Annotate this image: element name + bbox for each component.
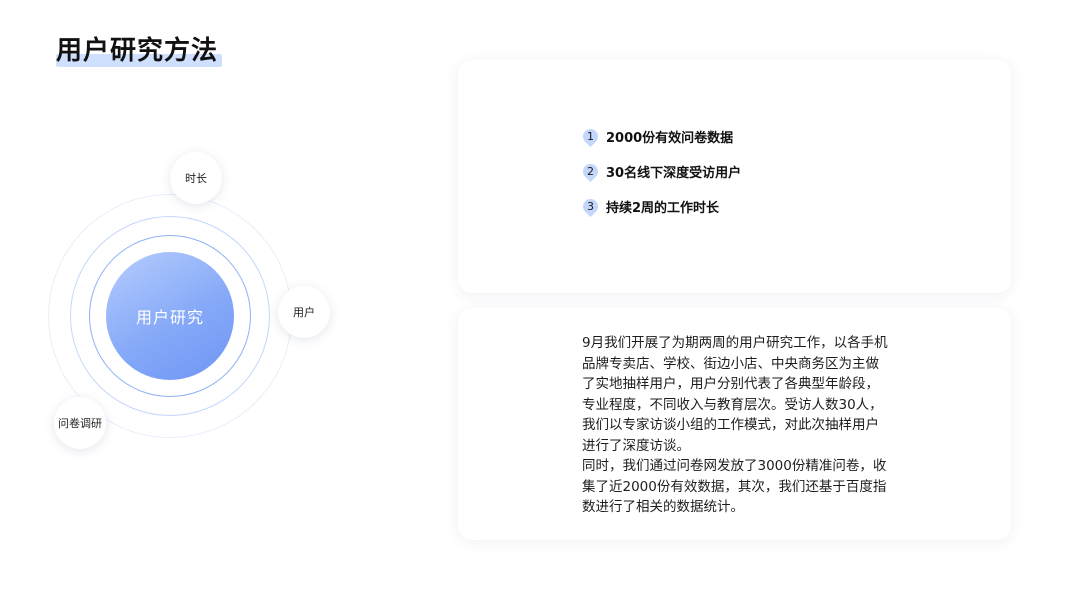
stat-item: 3 持续2周的工作时长 [579, 189, 741, 224]
node-user: 用户 [278, 286, 330, 338]
stat-text: 持续2周的工作时长 [606, 201, 720, 216]
stat-text: 30名线下深度受访用户 [606, 166, 742, 181]
stat-item: 2 30名线下深度受访用户 [579, 154, 742, 189]
page-title-wrap: 用户研究方法 [56, 36, 222, 67]
description-body: 9月我们开展了为期两周的用户研究工作，以各手机品牌专卖店、学校、街边小店、中央商… [582, 333, 892, 518]
center-circle: 用户研究 [106, 252, 234, 380]
stat-number: 2 [587, 165, 594, 178]
stat-number: 3 [587, 200, 594, 213]
stats-card: 1 2000份有效问卷数据 2 30名线下深度受访用户 3 持续2周的工作时长 [458, 60, 1011, 293]
research-diagram: 用户研究 时长 用户 问卷调研 [40, 150, 360, 470]
description-paragraph: 9月我们开展了为期两周的用户研究工作，以各手机品牌专卖店、学校、街边小店、中央商… [582, 335, 888, 454]
node-questionnaire: 问卷调研 [54, 397, 106, 449]
stat-item: 1 2000份有效问卷数据 [579, 119, 741, 154]
stat-text: 2000份有效问卷数据 [606, 131, 734, 146]
description-paragraph: 同时，我们通过问卷网发放了3000份精准问卷，收集了近2000份有效数据，其次，… [582, 458, 887, 515]
pin-icon: 2 [579, 160, 602, 183]
node-time: 时长 [170, 152, 222, 204]
stat-number: 1 [587, 130, 594, 143]
page-title: 用户研究方法 [56, 36, 219, 66]
description-card: 9月我们开展了为期两周的用户研究工作，以各手机品牌专卖店、学校、街边小店、中央商… [458, 308, 1011, 540]
pin-icon: 3 [579, 195, 602, 218]
stats-list: 1 2000份有效问卷数据 2 30名线下深度受访用户 3 持续2周的工作时长 [579, 119, 742, 224]
center-label: 用户研究 [135, 308, 204, 327]
pin-icon: 1 [579, 125, 602, 148]
